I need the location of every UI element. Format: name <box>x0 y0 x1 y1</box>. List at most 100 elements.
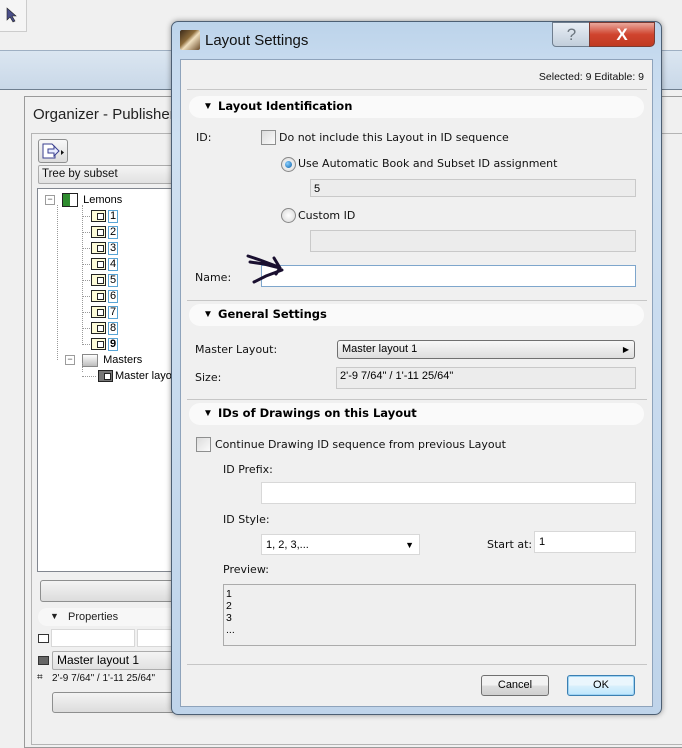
layout-id: 9 <box>108 337 119 351</box>
help-button[interactable]: ? <box>552 22 591 47</box>
automatic-id-value: 5 <box>310 179 636 197</box>
id-prefix-label: ID Prefix: <box>223 463 273 476</box>
layout-icon <box>91 322 106 335</box>
layout-id: 7 <box>108 305 119 319</box>
tree-item-layout[interactable]: 3 <box>82 240 119 256</box>
tree-item-masters[interactable]: − Masters <box>65 352 142 368</box>
property-id-field[interactable] <box>51 629 135 647</box>
publish-arrow-icon <box>42 143 64 159</box>
preview-line: 2 <box>226 600 232 612</box>
exclude-from-id-sequence-checkbox[interactable] <box>261 130 276 145</box>
master-layout-value: Master layout 1 <box>342 343 418 355</box>
close-button[interactable]: X <box>589 22 655 47</box>
layout-id: 2 <box>108 225 119 239</box>
layout-tree: − Lemons 1 2 3 4 5 6 7 8 9 − Masters Mas… <box>37 188 190 572</box>
layout-icon <box>91 242 106 255</box>
layout-icon <box>91 338 106 351</box>
drawing-ids-header[interactable]: ▼ IDs of Drawings on this Layout <box>189 403 644 425</box>
collapse-icon[interactable]: − <box>45 195 55 206</box>
name-label: Name: <box>195 271 232 284</box>
size-label: Size: <box>195 371 222 384</box>
tree-item-layout[interactable]: 7 <box>82 304 119 320</box>
name-input[interactable] <box>261 265 636 287</box>
layout-icon <box>91 290 106 303</box>
dropdown-arrow-icon: ▼ <box>405 540 414 550</box>
property-master-layout-select[interactable]: Master layout 1 <box>52 651 186 670</box>
property-size: 2'-9 7/64" / 1'-11 25/64" <box>52 673 156 684</box>
property-action-button[interactable] <box>52 692 182 713</box>
section-title: General Settings <box>218 307 327 321</box>
expand-triangle-icon: ▼ <box>50 611 59 621</box>
layout-icon <box>91 258 106 271</box>
layout-icon <box>91 210 106 223</box>
divider <box>187 89 647 90</box>
divider <box>187 300 647 301</box>
collapse-triangle-icon: ▼ <box>203 408 213 419</box>
organizer-title: Organizer - Publisher <box>33 106 175 123</box>
tree-item-layout[interactable]: 9 <box>82 336 119 352</box>
master-layout-popup[interactable]: Master layout 1 ▶ <box>337 340 635 359</box>
general-settings-header[interactable]: ▼ General Settings <box>189 304 644 326</box>
layout-id: 4 <box>108 257 119 271</box>
layout-id: 8 <box>108 321 119 335</box>
tree-item-lemons[interactable]: − Lemons <box>45 192 122 208</box>
publish-button[interactable] <box>40 580 182 602</box>
preview-line: ... <box>226 624 235 636</box>
automatic-id-label: Use Automatic Book and Subset ID assignm… <box>298 157 558 170</box>
properties-header[interactable]: ▼ Properties <box>38 608 178 626</box>
preview-line: 3 <box>226 612 232 624</box>
automatic-id-radio[interactable] <box>281 157 296 172</box>
custom-id-radio[interactable] <box>281 208 296 223</box>
master-layout-icon <box>98 370 113 383</box>
preview-line: 1 <box>226 588 232 600</box>
preview-label: Preview: <box>223 563 269 576</box>
layout-id: 6 <box>108 289 119 303</box>
tree-item-layout[interactable]: 5 <box>82 272 119 288</box>
subset-icon <box>62 193 79 208</box>
collapse-icon[interactable]: − <box>65 355 75 366</box>
hand-drawn-arrow-annotation <box>246 254 284 284</box>
popup-arrow-icon: ▶ <box>622 345 629 354</box>
section-title: Layout Identification <box>218 99 353 113</box>
collapse-triangle-icon: ▼ <box>203 101 213 112</box>
masters-folder-icon <box>82 353 99 367</box>
layout-icon <box>91 306 106 319</box>
layout-icon <box>91 274 106 287</box>
tree-item-layout[interactable]: 8 <box>82 320 119 336</box>
start-at-input[interactable] <box>534 531 636 553</box>
collapse-triangle-icon: ▼ <box>203 309 213 320</box>
custom-id-field[interactable] <box>310 230 636 252</box>
id-style-label: ID Style: <box>223 513 270 526</box>
layout-identification-header[interactable]: ▼ Layout Identification <box>189 96 644 118</box>
arrow-tool-button[interactable] <box>0 0 27 32</box>
archicad-app-icon <box>180 30 200 50</box>
id-preview-box: 1 2 3 ... <box>223 584 636 646</box>
size-icon: ⌗ <box>37 672 43 683</box>
cancel-button[interactable]: Cancel <box>481 675 549 696</box>
pointer-arrow-icon <box>6 7 17 23</box>
divider <box>187 664 647 665</box>
layout-id: 3 <box>108 241 119 255</box>
id-style-dropdown[interactable]: 1, 2, 3,... ▼ <box>261 534 420 555</box>
ok-button[interactable]: OK <box>567 675 635 696</box>
tree-view-mode-select[interactable]: Tree by subset <box>38 165 183 184</box>
tree-item-layout[interactable]: 6 <box>82 288 119 304</box>
tree-item-layout[interactable]: 1 <box>82 208 119 224</box>
master-layout-icon <box>38 656 49 665</box>
tree-item-label: Lemons <box>83 194 123 206</box>
layout-id-icon <box>38 634 49 643</box>
start-at-label: Start at: <box>487 538 533 551</box>
section-title: IDs of Drawings on this Layout <box>218 406 417 420</box>
id-label: ID: <box>196 131 212 144</box>
exclude-from-id-sequence-label: Do not include this Layout in ID sequenc… <box>279 131 509 144</box>
layout-id: 1 <box>108 209 119 223</box>
id-prefix-input[interactable] <box>261 482 636 504</box>
divider <box>187 399 647 400</box>
properties-label: Properties <box>68 611 119 623</box>
close-icon: X <box>616 25 628 44</box>
continue-drawing-id-checkbox[interactable] <box>196 437 211 452</box>
tree-item-layout[interactable]: 2 <box>82 224 119 240</box>
size-value: 2'-9 7/64" / 1'-11 25/64" <box>336 367 636 389</box>
publish-options-button[interactable] <box>38 139 68 163</box>
tree-item-layout[interactable]: 4 <box>82 256 119 272</box>
